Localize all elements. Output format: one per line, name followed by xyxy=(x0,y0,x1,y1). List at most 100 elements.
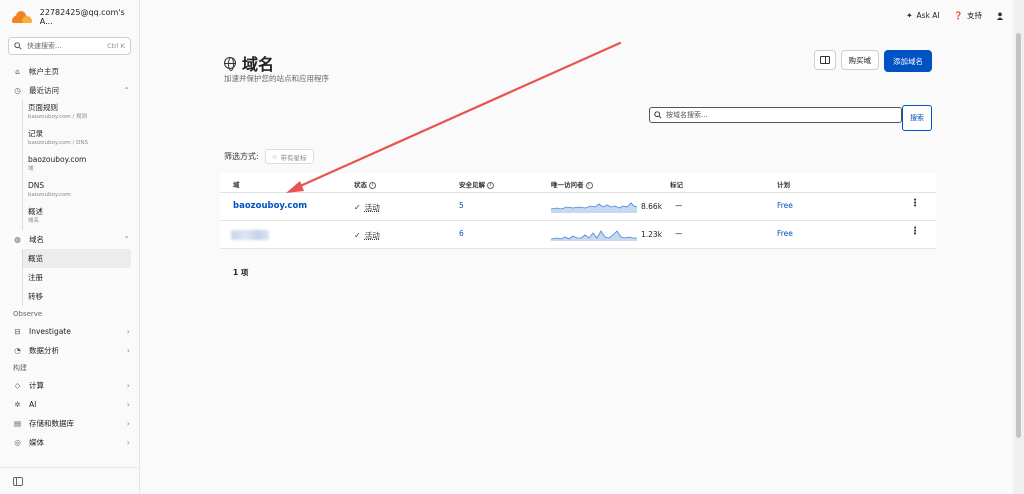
ask-ai-button[interactable]: ✦ Ask AI xyxy=(906,11,939,20)
page-scrollbar[interactable] xyxy=(1013,0,1024,494)
check-icon: ✓ xyxy=(354,203,361,212)
user-menu-button[interactable] xyxy=(996,12,1004,20)
recent-item-title: baozouboy.com xyxy=(28,155,87,164)
recent-item-title: 页面规则 xyxy=(28,103,58,112)
database-icon: ▤ xyxy=(13,419,22,428)
book-icon xyxy=(819,56,830,64)
sidebar-item-media[interactable]: ◎ 媒体 › xyxy=(0,433,140,452)
quick-search-placeholder: 快速搜索... xyxy=(27,42,62,50)
recent-item-title: 概述 xyxy=(28,207,43,216)
account-switcher[interactable]: 22782425@qq.com's A... xyxy=(10,8,139,26)
domain-search-input[interactable]: 按域名搜索... xyxy=(649,107,902,123)
chevron-right-icon: › xyxy=(126,438,130,447)
chevron-right-icon: › xyxy=(126,327,130,336)
globe-icon xyxy=(224,57,236,71)
investigate-icon: ⊟ xyxy=(14,327,21,336)
domain-link[interactable]: baozouboy.com xyxy=(233,201,307,211)
sidebar-item-analytics[interactable]: ◔ 数据分析 › xyxy=(0,341,140,360)
page-subtitle: 加速并保护您的站点和应用程序 xyxy=(224,74,329,83)
main-content: 域名 加速并保护您的站点和应用程序 购买域 添加域名 按域名搜索... 搜索 筛… xyxy=(141,32,1013,494)
sidebar-item-label: 最近访问 xyxy=(29,86,59,95)
info-icon[interactable]: i xyxy=(487,181,494,189)
add-domain-button[interactable]: 添加域名 xyxy=(884,50,932,72)
collapse-sidebar-icon[interactable] xyxy=(13,477,23,486)
status-cell: ✓ 活动 xyxy=(354,202,380,213)
quick-search-input[interactable]: 快速搜索... Ctrl K xyxy=(8,37,131,55)
search-icon xyxy=(654,111,662,119)
support-button[interactable]: ❓ 支持 xyxy=(954,10,982,21)
sidebar-item-compute[interactable]: ◇ 计算 › xyxy=(0,376,140,395)
plan-link[interactable]: Free xyxy=(777,229,793,238)
sidebar-item-label: 计算 xyxy=(29,381,44,390)
shortcut-hint: Ctrl K xyxy=(107,42,125,50)
status-text[interactable]: 活动 xyxy=(365,230,380,241)
buy-domain-button[interactable]: 购买域 xyxy=(840,50,879,70)
visitors-value: 8.66k xyxy=(641,201,663,211)
docs-button[interactable] xyxy=(813,50,836,70)
search-button[interactable]: 搜索 xyxy=(902,105,932,131)
redacted-domain[interactable] xyxy=(231,230,269,240)
help-icon: ❓ xyxy=(953,11,963,20)
ai-icon: ✲ xyxy=(14,400,21,409)
info-icon[interactable]: i xyxy=(585,181,593,189)
sidebar-item-investigate[interactable]: ⊟ Investigate › xyxy=(0,322,140,341)
visitors-sparkline xyxy=(551,230,637,241)
col-header-tags: 标记 xyxy=(670,181,683,189)
insights-link[interactable]: 5 xyxy=(459,201,464,210)
user-icon xyxy=(996,12,1004,20)
sidebar-item-storage[interactable]: ▤ 存储和数据库 › xyxy=(0,414,140,433)
sidebar-item-ai[interactable]: ✲ AI › xyxy=(0,395,140,414)
star-icon: ☆ xyxy=(271,152,278,161)
item-count: 1 项 xyxy=(233,268,249,277)
chevron-right-icon: › xyxy=(126,346,130,355)
sidebar-item-home[interactable]: ⌂ 帐户主页 xyxy=(0,62,140,81)
filter-label: 筛选方式: xyxy=(224,152,259,161)
chevron-right-icon: › xyxy=(126,400,130,409)
recent-item-sub: baozouboy.com xyxy=(28,192,71,198)
sidebar-item-register[interactable]: 注册 xyxy=(22,268,131,287)
recent-item[interactable]: 概述 域名 xyxy=(0,204,140,230)
starred-filter-chip[interactable]: ☆ 带有星标 xyxy=(264,149,314,164)
info-icon[interactable]: i xyxy=(369,181,376,189)
scrollbar-thumb[interactable] xyxy=(1016,33,1021,438)
visitors-cell: 8.66k xyxy=(551,199,662,213)
recent-item[interactable]: 页面规则 baozouboy.com / 规则 xyxy=(0,100,140,126)
visitors-sparkline xyxy=(551,202,637,213)
recent-item[interactable]: baozouboy.com 域 xyxy=(0,152,140,178)
sidebar-item-transfer[interactable]: 转移 xyxy=(22,287,131,306)
more-actions-icon[interactable]: ⋮ xyxy=(910,198,920,209)
recent-item[interactable]: DNS baozouboy.com xyxy=(0,178,140,204)
sidebar-footer xyxy=(0,467,140,494)
sidebar-nav: ⌂ 帐户主页 ◷ 最近访问 ⌃ 页面规则 baozouboy.com / 规则 … xyxy=(0,62,140,452)
recent-item-sub: 域名 xyxy=(28,218,40,224)
sidebar-item-label: 存储和数据库 xyxy=(29,419,74,428)
topbar: ✦ Ask AI ❓ 支持 xyxy=(141,0,1024,32)
sidebar-item-domains[interactable]: ◍ 域名 ⌃ xyxy=(0,230,140,249)
sidebar-item-label: AI xyxy=(29,400,37,409)
sidebar-item-overview[interactable]: 概览 xyxy=(22,249,131,268)
chevron-right-icon: › xyxy=(126,419,130,428)
page-title: 域名 xyxy=(242,55,275,74)
visitors-cell: 1.23k xyxy=(551,227,662,241)
insights-link[interactable]: 6 xyxy=(459,229,464,238)
ask-ai-label: Ask AI xyxy=(916,11,940,20)
recent-item-sub: baozouboy.com / 规则 xyxy=(28,114,88,120)
recent-item-title: DNS xyxy=(28,181,45,190)
media-icon: ◎ xyxy=(14,438,21,447)
status-text[interactable]: 活动 xyxy=(365,202,380,213)
section-heading-observe: Observe xyxy=(13,310,43,318)
visitors-value: 1.23k xyxy=(641,229,663,239)
recent-item[interactable]: 记录 baozouboy.com / DNS xyxy=(0,126,140,152)
plan-link[interactable]: Free xyxy=(777,201,793,210)
check-icon: ✓ xyxy=(354,231,361,240)
sparkle-icon: ✦ xyxy=(906,11,913,20)
more-actions-icon[interactable]: ⋮ xyxy=(910,226,920,237)
table-row: baozouboy.com ✓ 活动 5 8.66k — Free ⋮ xyxy=(220,193,936,221)
chevron-up-icon: ⌃ xyxy=(123,86,130,95)
search-icon xyxy=(14,42,22,50)
sidebar-item-recent[interactable]: ◷ 最近访问 ⌃ xyxy=(0,81,140,100)
section-heading-build: 构建 xyxy=(13,364,27,372)
domains-table: 域 状态 i 安全见解 i 唯一访问者 i 标记 计划 baozouboy.com ✓… xyxy=(220,173,936,249)
tags-cell: — xyxy=(675,201,683,210)
clock-icon: ◷ xyxy=(14,86,21,95)
